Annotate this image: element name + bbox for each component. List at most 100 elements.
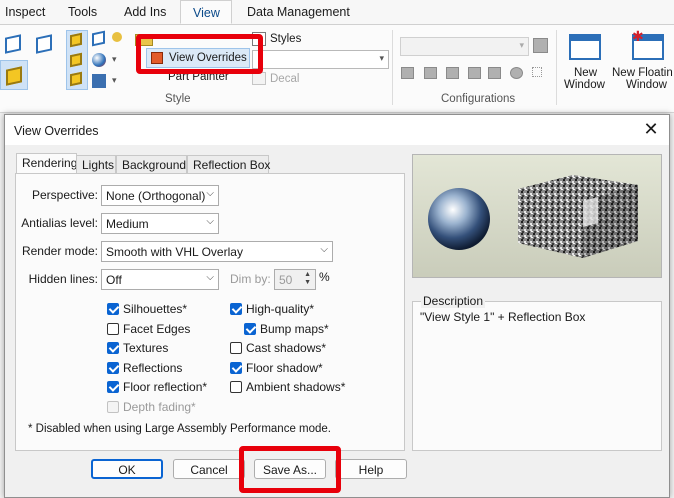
ambient-shadows-label: Ambient shadows* [246, 380, 346, 394]
dim-by-unit: % [319, 270, 330, 284]
tab-lights[interactable]: Lights [76, 155, 116, 174]
hidden-line-cube-icon[interactable] [36, 34, 52, 54]
tab-data-management[interactable]: Data Management [247, 5, 350, 19]
realistic-cube-icon [70, 71, 82, 87]
configuration-manager-icon[interactable] [533, 38, 548, 53]
chevron-down-icon: ▾ [379, 53, 384, 63]
highlight-box-view-overrides [136, 34, 263, 74]
antialias-value: Medium [106, 217, 149, 231]
shaded-cube-icon [6, 66, 22, 86]
dropdown-arrow-icon[interactable]: ▾ [112, 75, 122, 85]
checkbox-box [230, 342, 242, 354]
new-floating-window-label-line2[interactable]: Window [626, 79, 667, 91]
checkbox-box [107, 303, 119, 315]
performance-note: * Disabled when using Large Assembly Per… [28, 423, 331, 435]
config-icon-3[interactable] [446, 67, 459, 79]
light-bulb-icon[interactable] [112, 32, 122, 42]
hidden-lines-label: Hidden lines: [28, 272, 98, 286]
new-window-icon[interactable] [569, 34, 601, 60]
silhouettes-label: Silhouettes* [123, 302, 188, 316]
reflections-label: Reflections [123, 361, 183, 375]
description-group: Description "View Style 1" + Reflection … [412, 294, 662, 451]
floor-reflection-label: Floor reflection* [123, 380, 208, 394]
tab-reflection-box[interactable]: Reflection Box [187, 155, 270, 174]
tab-background[interactable]: Background [116, 155, 187, 174]
config-icon-2[interactable] [424, 67, 437, 79]
cancel-button[interactable]: Cancel [173, 459, 245, 479]
new-window-label-line1[interactable]: New [574, 67, 597, 79]
config-icon-7[interactable] [532, 67, 542, 77]
spinner-arrows-icon: ▲ ▼ [304, 271, 311, 286]
checkbox-box [107, 401, 119, 413]
camera-icon[interactable] [488, 67, 501, 79]
wireframe-cube-icon[interactable] [5, 34, 21, 54]
help-button[interactable]: Help [335, 459, 407, 479]
shaded-view-button[interactable] [0, 60, 28, 90]
chevron-down-icon: ⌵ [320, 244, 328, 255]
preview-scene [413, 155, 661, 277]
view-cube-icon[interactable] [92, 30, 108, 47]
new-floating-window-label-line1[interactable]: New Floatin [612, 67, 673, 79]
chevron-down-icon: ⌵ [206, 188, 214, 199]
style-group-label: Style [165, 93, 191, 105]
hidden-lines-value: Off [106, 273, 122, 287]
new-floating-window-icon[interactable]: ✱ [632, 28, 664, 60]
cube-shape [92, 30, 105, 47]
view-overrides-dialog: View Overrides ✕ Rendering Lights Backgr… [4, 114, 670, 498]
dim-by-label: Dim by: [230, 272, 271, 286]
style-selector[interactable]: ▾ [252, 50, 389, 69]
description-header: Description [421, 294, 486, 308]
checkbox-box [230, 381, 242, 393]
high-quality-label: High-quality* [246, 302, 315, 316]
description-value: "View Style 1" + Reflection Box [420, 310, 586, 324]
dim-by-value: 50 [279, 273, 293, 287]
chevron-down-icon: ▾ [519, 40, 524, 50]
display-mode-stack[interactable] [66, 30, 88, 90]
antialias-select[interactable]: Medium ⌵ [101, 213, 219, 234]
hidden-lines-select[interactable]: Off ⌵ [101, 269, 219, 290]
config-icon-1[interactable] [401, 67, 414, 79]
appearance-icon[interactable] [92, 74, 106, 88]
tab-tools[interactable]: Tools [68, 5, 97, 19]
facet-edges-label: Facet Edges [123, 322, 191, 336]
perspective-value: None (Orthogonal) [106, 189, 206, 203]
ribbon-tab-bar: Inspect Tools Add Ins View Data Manageme… [0, 0, 674, 25]
render-mode-value: Smooth with VHL Overlay [106, 245, 243, 259]
chrome-sphere [428, 188, 490, 250]
chevron-down-icon: ⌵ [206, 272, 214, 283]
perspective-select[interactable]: None (Orthogonal) ⌵ [101, 185, 219, 206]
new-window-label-line2[interactable]: Window [564, 79, 605, 91]
checkbox-box [107, 362, 119, 374]
star-burst-icon: ✱ [632, 28, 644, 44]
ribbon: Inspect Tools Add Ins View Data Manageme… [0, 0, 674, 113]
checkbox-box [230, 303, 242, 315]
dim-by-input[interactable]: 50 ▲ ▼ [274, 269, 316, 290]
config-icon-4[interactable] [468, 67, 481, 79]
highlight-box-save-as [239, 446, 341, 493]
decal-label[interactable]: Decal [270, 73, 299, 85]
tab-view[interactable]: View [180, 0, 232, 24]
bump-maps-label: Bump maps* [260, 322, 329, 336]
cast-shadows-label: Cast shadows* [246, 341, 327, 355]
tab-inspect[interactable]: Inspect [5, 5, 45, 19]
checkbox-box [107, 381, 119, 393]
checkbox-box [107, 323, 119, 335]
render-mode-select[interactable]: Smooth with VHL Overlay ⌵ [101, 241, 333, 262]
tab-add-ins[interactable]: Add Ins [124, 5, 166, 19]
tab-rendering[interactable]: Rendering [16, 153, 77, 174]
chevron-down-icon: ⌵ [206, 216, 214, 227]
ok-button[interactable]: OK [91, 459, 163, 479]
shaded-cube-icon [70, 32, 82, 48]
antialias-label: Antialias level: [21, 216, 98, 230]
close-icon[interactable]: ✕ [641, 119, 661, 140]
styles-label: Styles [270, 33, 302, 45]
textures-label: Textures [123, 341, 169, 355]
dropdown-arrow-icon[interactable]: ▾ [112, 54, 122, 64]
config-icon-6[interactable] [510, 67, 523, 79]
rendering-panel: Perspective: None (Orthogonal) ⌵ Antiali… [15, 173, 405, 451]
sphere-appearance-icon[interactable] [92, 53, 106, 67]
render-preview-image [412, 154, 662, 278]
configuration-selector[interactable]: ▾ [400, 37, 529, 56]
checkbox-box [244, 323, 256, 335]
group-separator [556, 30, 557, 105]
